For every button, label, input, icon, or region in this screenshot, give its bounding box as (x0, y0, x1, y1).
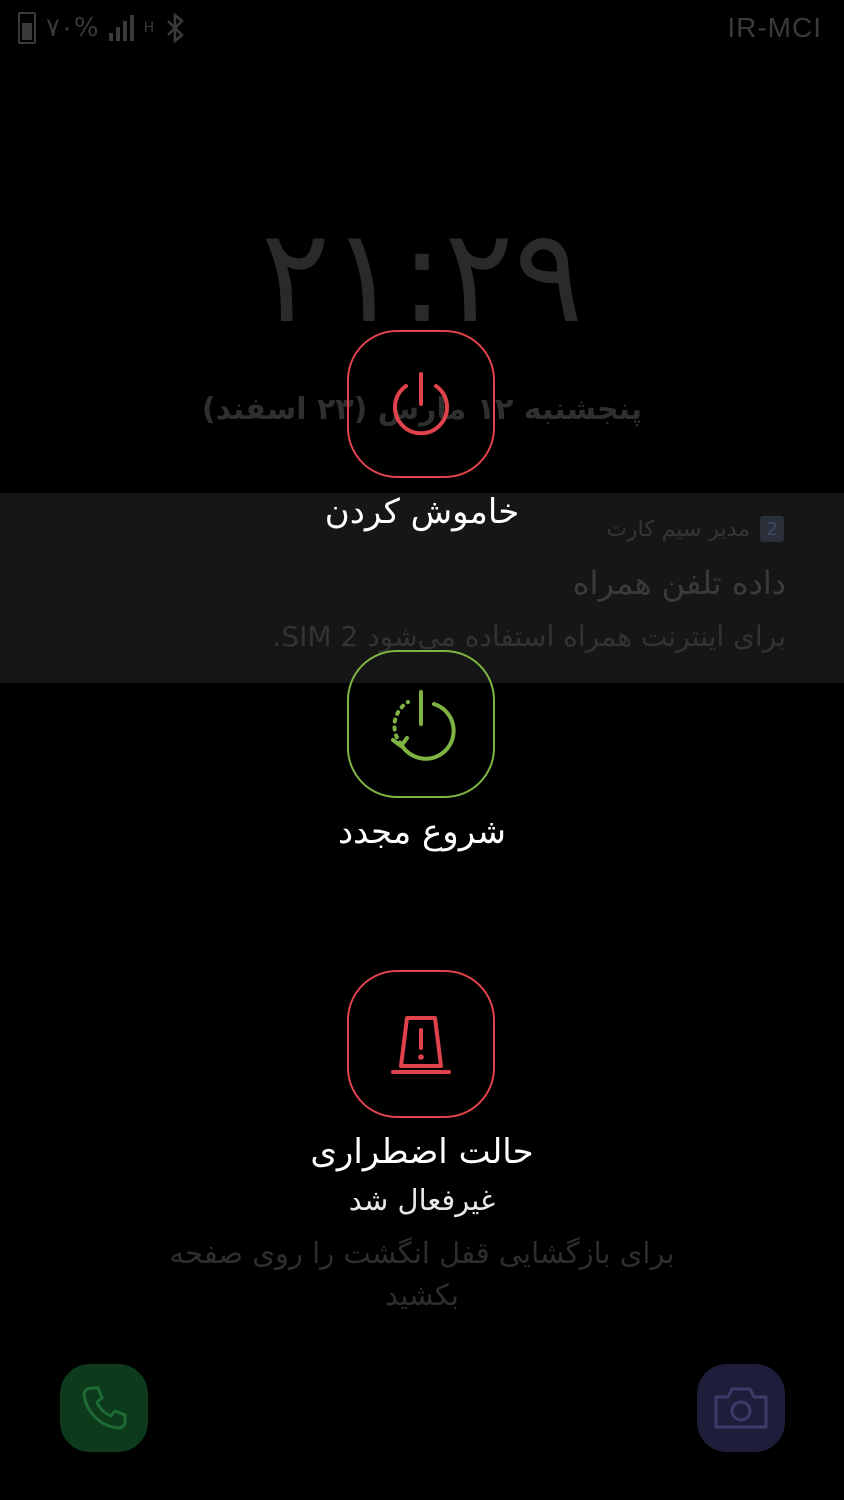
emergency-mode-button[interactable] (347, 970, 495, 1118)
status-bar: ۷۰% H IR-MCI (0, 0, 844, 60)
phone-shortcut[interactable] (60, 1364, 148, 1452)
restart-icon (391, 690, 456, 761)
restart-button[interactable] (347, 650, 495, 798)
camera-shortcut[interactable] (697, 1364, 785, 1452)
unlock-hint: برای بازگشایی قفل انگشت را روی صفحه بکشی… (169, 1236, 675, 1312)
phone-icon (82, 1386, 127, 1430)
battery-percent: ۷۰% (46, 13, 99, 43)
emergency-icon (391, 1016, 451, 1074)
notification-title: داده تلفن همراه (572, 564, 786, 602)
carrier-name: IR-MCI (727, 12, 822, 43)
notification-body: برای اینترنت همراه استفاده می‌شود SIM 2. (272, 620, 786, 653)
restart-label: شروع مجدد (338, 812, 506, 852)
signal-icon (108, 15, 134, 41)
network-type: H (143, 20, 155, 36)
battery-icon (18, 12, 36, 44)
power-off-label: خاموش کردن (324, 492, 520, 532)
emergency-mode-label: حالت اضطراری (310, 1132, 534, 1172)
status-left: ۷۰% H (18, 12, 186, 44)
camera-icon (714, 1387, 768, 1429)
power-icon (393, 372, 449, 436)
bluetooth-icon (167, 13, 185, 43)
power-off-button[interactable] (347, 330, 495, 478)
emergency-mode-status: غیرفعال شد (348, 1183, 496, 1217)
